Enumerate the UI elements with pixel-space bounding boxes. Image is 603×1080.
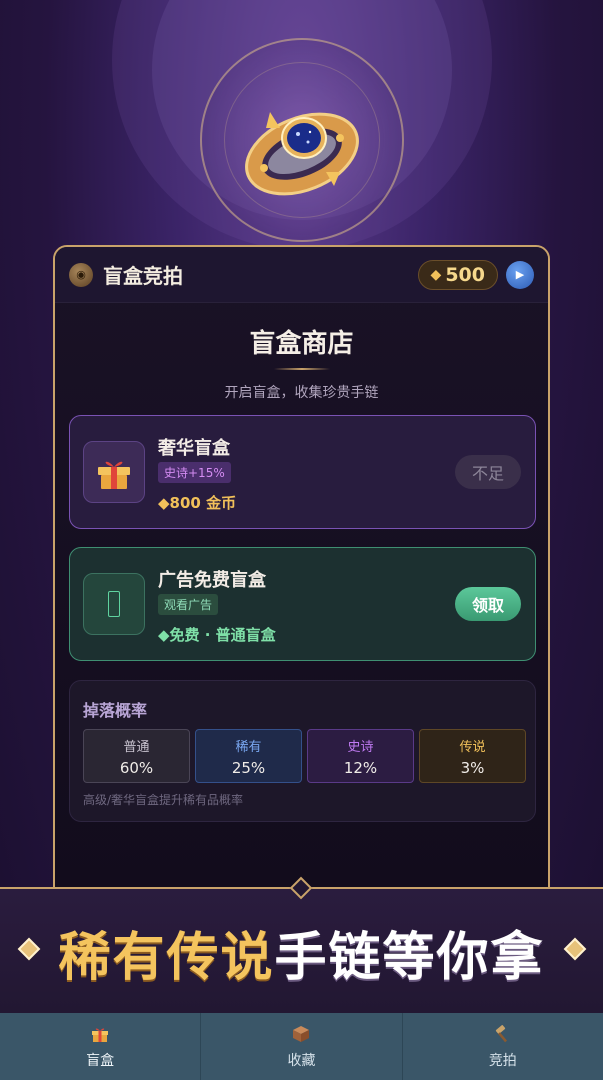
tab-label: 收藏 <box>287 1052 316 1069</box>
panel-header: ◉ 盲盒竞拍 ◆ 500 ▶ <box>55 247 548 303</box>
tab-label: 竞拍 <box>488 1052 517 1069</box>
luxury-box-name: 奢华盲盒 <box>158 438 230 459</box>
rarity-value: 25% <box>231 758 266 777</box>
gem-balance-badge[interactable]: ◆ 500 <box>417 259 498 290</box>
rarity-rare: 稀有 25% <box>195 729 302 783</box>
watch-ad-tag: 观看广告 <box>158 594 219 615</box>
coin-icon: ◉ <box>69 262 93 287</box>
tab-label: 盲盒 <box>86 1052 115 1069</box>
play-icon[interactable]: ▶ <box>506 260 534 289</box>
auction-panel: ◉ 盲盒竞拍 ◆ 500 ▶ 盲盒商店 开启盲盒，收集珍贵手链 奢华盲盒 史诗+… <box>53 245 550 905</box>
shop-title: 盲盒商店 <box>249 329 354 359</box>
rarity-name: 普通 <box>123 739 150 755</box>
rarity-common: 普通 60% <box>83 729 190 783</box>
drop-rate-note: 高级/奢华盲盒提升稀有品概率 <box>83 793 244 807</box>
gift-icon <box>83 441 145 503</box>
tab-auction[interactable]: 竞拍 <box>403 1013 603 1080</box>
gavel-icon <box>495 1024 507 1042</box>
rarity-name: 稀有 <box>235 739 262 755</box>
phone-icon <box>83 573 145 635</box>
rarity-value: 60% <box>119 758 154 777</box>
rarity-value: 3% <box>460 758 485 777</box>
drop-rate-title: 掉落概率 <box>83 701 148 720</box>
gem-amount: 500 <box>445 263 485 286</box>
luxury-box-card[interactable]: 奢华盲盒 史诗+15% ◆800 金币 不足 <box>69 415 536 529</box>
promo-banner: 稀有传说手链等你拿 <box>0 876 603 1013</box>
tab-blind-box[interactable]: 盲盒 <box>0 1013 202 1080</box>
diamond-icon: ◆ <box>430 266 442 283</box>
rarity-name: 史诗 <box>347 739 374 755</box>
banner-slogan: 稀有传说手链等你拿 <box>0 915 603 990</box>
panel-title: 盲盒竞拍 <box>103 264 183 288</box>
luxury-box-price: ◆800 金币 <box>158 494 237 512</box>
rarity-epic: 史诗 12% <box>307 729 414 783</box>
gift-icon <box>92 1028 109 1042</box>
banner-white-text: 手链等你拿 <box>274 928 545 988</box>
claim-button[interactable]: 领取 <box>455 587 521 621</box>
tab-collection[interactable]: 收藏 <box>201 1013 403 1080</box>
rarity-value: 12% <box>343 758 378 777</box>
drop-rate-box: 掉落概率 普通 60% 稀有 25% 史诗 12% 传说 3% 高级/奢华盲盒提… <box>69 680 536 822</box>
insufficient-button[interactable]: 不足 <box>455 455 521 489</box>
bottom-tab-bar: 盲盒 收藏 竞拍 <box>0 1013 603 1080</box>
banner-gold-text: 稀有传说 <box>58 928 275 988</box>
bracelet-image <box>245 112 359 196</box>
rarity-name: 传说 <box>459 739 486 755</box>
title-divider <box>273 368 330 370</box>
ad-box-price: ◆免费 · 普通盲盒 <box>158 626 276 644</box>
box-icon <box>293 1025 310 1042</box>
epic-bonus-tag: 史诗+15% <box>158 462 231 483</box>
ad-box-name: 广告免费盲盒 <box>158 570 266 591</box>
shop-subtitle: 开启盲盒，收集珍贵手链 <box>224 385 379 401</box>
ad-free-box-card[interactable]: 广告免费盲盒 观看广告 ◆免费 · 普通盲盒 领取 <box>69 547 536 661</box>
rarity-legendary: 传说 3% <box>419 729 526 783</box>
gift-icon-graphic <box>98 461 130 489</box>
phone-icon-graphic <box>108 591 120 617</box>
